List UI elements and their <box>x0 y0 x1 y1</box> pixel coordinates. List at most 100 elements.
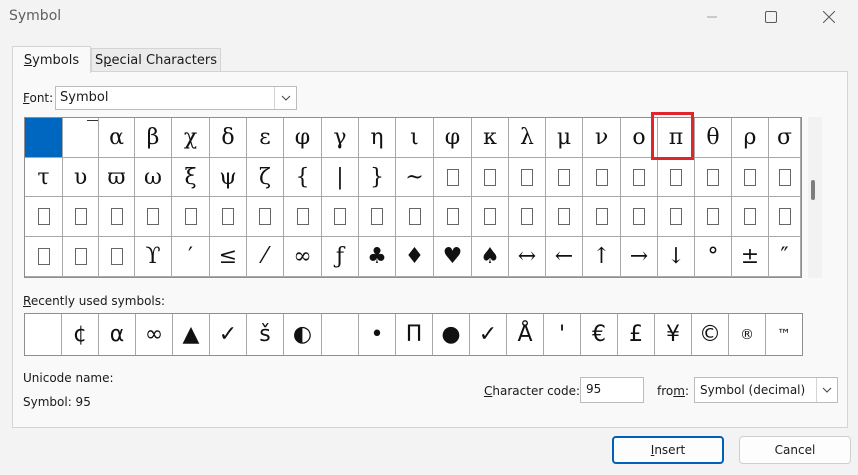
symbol-cell[interactable]: λ <box>509 118 546 158</box>
symbol-cell[interactable] <box>658 158 695 197</box>
recent-symbol-cell[interactable]: • <box>359 314 396 355</box>
recent-symbol-cell[interactable]: ✓ <box>210 314 247 355</box>
symbol-cell[interactable] <box>732 197 769 237</box>
recent-symbol-cell[interactable]: ∞ <box>136 314 173 355</box>
symbol-cell[interactable] <box>99 237 135 277</box>
recent-symbol-cell[interactable]: α <box>99 314 136 355</box>
recent-symbols[interactable]: ¢ α ∞ ▲ ✓ š ◐ • Π ● ✓ Å ' € £ ¥ © ® ™ <box>24 313 803 356</box>
recent-symbol-cell[interactable]: ✓ <box>470 314 507 355</box>
symbol-cell[interactable] <box>546 158 583 197</box>
symbol-cell[interactable] <box>63 237 99 277</box>
symbol-cell[interactable]: ″ <box>769 237 801 277</box>
symbol-cell[interactable] <box>322 197 359 237</box>
symbol-cell[interactable]: δ <box>210 118 247 158</box>
symbol-cell[interactable]: η <box>359 118 396 158</box>
symbol-cell[interactable]: ♠ <box>472 237 509 277</box>
symbol-cell[interactable] <box>583 158 621 197</box>
symbol-cell[interactable]: ο <box>621 118 658 158</box>
recent-symbol-cell[interactable]: ™ <box>766 314 802 355</box>
symbol-cell[interactable]: ♣ <box>359 237 396 277</box>
symbol-cell[interactable]: ξ <box>172 158 210 197</box>
symbol-cell[interactable]: α <box>99 118 135 158</box>
symbol-cell[interactable]: ε <box>247 118 284 158</box>
symbol-cell[interactable] <box>509 158 546 197</box>
cancel-button[interactable]: Cancel <box>739 436 851 464</box>
symbol-cell[interactable]: π <box>658 118 695 158</box>
symbol-cell[interactable]: ← <box>546 237 583 277</box>
symbol-cell[interactable]: ↑ <box>583 237 621 277</box>
symbol-cell[interactable]: φ <box>434 118 472 158</box>
symbol-cell[interactable]: ρ <box>732 118 769 158</box>
symbol-cell[interactable] <box>472 158 509 197</box>
recent-symbol-cell[interactable]: ▲ <box>173 314 210 355</box>
font-select[interactable]: Symbol <box>55 86 297 110</box>
symbol-cell[interactable] <box>434 197 472 237</box>
maximize-button[interactable] <box>742 0 800 34</box>
recent-symbol-cell[interactable]: ● <box>433 314 470 355</box>
symbol-cell[interactable] <box>732 158 769 197</box>
symbol-cell[interactable]: ♥ <box>434 237 472 277</box>
character-code-input[interactable]: 95 <box>580 377 644 403</box>
symbol-cell[interactable]: { <box>284 158 322 197</box>
symbol-cell[interactable]: χ <box>172 118 210 158</box>
symbol-cell[interactable] <box>621 197 658 237</box>
symbol-cell[interactable]: } <box>359 158 396 197</box>
symbol-cell[interactable]: ~ <box>396 158 434 197</box>
close-button[interactable] <box>800 0 858 34</box>
recent-symbol-cell[interactable]: ◐ <box>284 314 322 355</box>
recent-symbol-cell[interactable]: © <box>692 314 729 355</box>
symbol-cell[interactable]: κ <box>472 118 509 158</box>
symbol-cell[interactable]: ⁄ <box>247 237 284 277</box>
symbol-cell[interactable]: γ <box>322 118 359 158</box>
symbol-cell[interactable]: ω <box>135 158 172 197</box>
symbol-cell[interactable]: → <box>621 237 658 277</box>
symbol-cell[interactable] <box>621 158 658 197</box>
scrollbar-thumb[interactable] <box>811 180 815 200</box>
symbol-cell[interactable]: | <box>322 158 359 197</box>
symbol-cell[interactable] <box>695 158 732 197</box>
symbol-cell[interactable] <box>359 197 396 237</box>
from-dropdown-button[interactable] <box>816 378 837 402</box>
symbol-grid[interactable]: ‾ α β χ δ ε φ γ η ι φ κ λ μ ν ο π θ ρ σ τ υ ϖ ω ξ ψ ζ{|} ~ ϒ ′ ≤ ⁄ ∞ ƒ ♣ ♦ ♥… <box>24 117 802 278</box>
symbol-cell[interactable] <box>434 158 472 197</box>
symbol-cell[interactable] <box>247 197 284 237</box>
recent-symbol-cell[interactable]: ' <box>544 314 581 355</box>
symbol-cell[interactable] <box>25 118 63 158</box>
symbol-cell[interactable]: ° <box>695 237 732 277</box>
symbol-cell[interactable] <box>210 197 247 237</box>
symbol-cell[interactable]: υ <box>63 158 99 197</box>
recent-symbol-cell[interactable]: š <box>247 314 284 355</box>
symbol-cell[interactable] <box>99 197 135 237</box>
symbol-cell[interactable]: φ <box>284 118 322 158</box>
symbol-cell[interactable]: β <box>135 118 172 158</box>
symbol-cell[interactable] <box>695 197 732 237</box>
symbol-cell[interactable]: ϖ <box>99 158 135 197</box>
symbol-cell[interactable] <box>658 197 695 237</box>
symbol-cell[interactable]: τ <box>25 158 63 197</box>
symbol-grid-scrollbar[interactable] <box>808 117 822 278</box>
symbol-cell[interactable]: ν <box>583 118 621 158</box>
symbol-cell[interactable]: ′ <box>172 237 210 277</box>
from-select[interactable]: Symbol (decimal) <box>694 377 838 403</box>
symbol-cell[interactable] <box>472 197 509 237</box>
recent-symbol-cell[interactable] <box>25 314 62 355</box>
symbol-cell[interactable] <box>25 197 63 237</box>
symbol-cell[interactable]: θ <box>695 118 732 158</box>
symbol-cell[interactable]: ↓ <box>658 237 695 277</box>
symbol-cell[interactable] <box>135 197 172 237</box>
symbol-cell[interactable]: μ <box>546 118 583 158</box>
symbol-cell[interactable]: ↔ <box>509 237 546 277</box>
symbol-cell[interactable] <box>63 197 99 237</box>
symbol-cell[interactable]: ≤ <box>210 237 247 277</box>
symbol-cell[interactable] <box>583 197 621 237</box>
symbol-cell[interactable]: ‾ <box>63 118 99 158</box>
symbol-cell[interactable] <box>769 158 801 197</box>
symbol-cell[interactable] <box>396 197 434 237</box>
symbol-cell[interactable] <box>25 237 63 277</box>
recent-symbol-cell[interactable]: € <box>581 314 618 355</box>
symbol-cell[interactable] <box>284 197 322 237</box>
recent-symbol-cell[interactable]: ¢ <box>62 314 99 355</box>
symbol-cell[interactable] <box>172 197 210 237</box>
symbol-cell[interactable]: ζ <box>247 158 284 197</box>
recent-symbol-cell[interactable]: £ <box>618 314 655 355</box>
